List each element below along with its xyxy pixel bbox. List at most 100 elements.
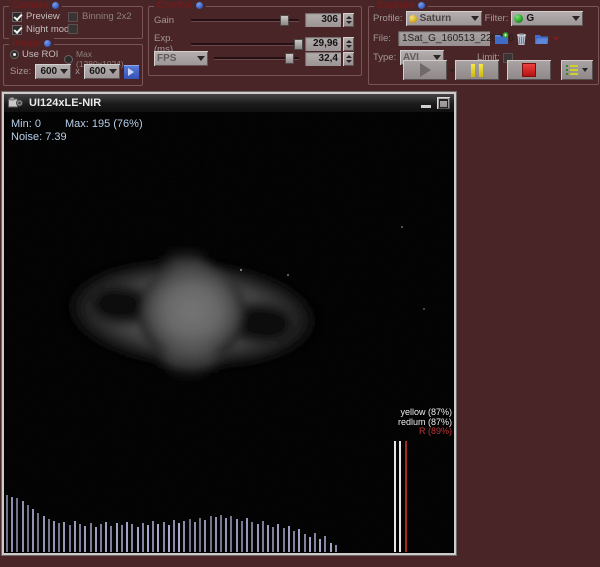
profile-value: Saturn (420, 13, 468, 24)
spin-down-icon (346, 21, 352, 24)
extra-checkbox[interactable] (68, 24, 78, 34)
capture-title-text: Capture (377, 0, 415, 11)
use-roi-radio[interactable] (10, 50, 19, 59)
spin-up-icon (346, 40, 352, 43)
list-icon (566, 65, 578, 75)
filter-color-icon (514, 14, 523, 23)
fps-slider[interactable] (214, 53, 300, 64)
folder-menu-arrow-icon[interactable] (553, 37, 559, 41)
fps-slider-thumb[interactable] (285, 53, 294, 64)
new-folder-icon (494, 32, 509, 45)
fps-spinner[interactable] (343, 52, 354, 66)
histogram-marker-line (394, 441, 396, 552)
profile-label: Profile: (373, 13, 403, 24)
histogram-marker-line (405, 441, 407, 552)
camera-title-text: Camera (12, 0, 49, 11)
image-title-text: Image (12, 38, 41, 49)
profile-dropdown[interactable]: Saturn (406, 11, 482, 26)
gain-spinner[interactable] (343, 13, 354, 27)
image-help-icon[interactable] (44, 40, 51, 47)
size-label: Size: (10, 66, 31, 77)
size-width-dropdown[interactable]: 600 (35, 64, 71, 79)
open-folder-button[interactable] (533, 31, 550, 46)
image-panel: Image Use ROI Max (1280x1024) Size: 600 … (3, 44, 143, 86)
exposure-spinner[interactable] (343, 37, 354, 51)
maximize-icon (439, 99, 448, 108)
new-folder-button[interactable] (493, 31, 510, 46)
image-panel-title: Image (9, 38, 54, 49)
gain-value[interactable]: 306 (305, 13, 341, 27)
file-label: File: (373, 33, 395, 44)
camera-help-icon[interactable] (52, 2, 59, 9)
capture-panel-title: Capture (374, 0, 428, 11)
play-icon (420, 63, 431, 77)
size-width-value: 600 (38, 66, 57, 77)
minimize-button[interactable] (421, 105, 431, 108)
chevron-down-icon (572, 16, 580, 21)
histogram-marker-labels: yellow (87%)redlum (87%)R (89%) (398, 408, 452, 437)
gain-slider[interactable] (191, 15, 299, 26)
histogram-marker-lines (4, 112, 454, 553)
chevron-down-icon (471, 16, 479, 21)
type-label: Type: (373, 52, 397, 63)
use-roi-label: Use ROI (22, 49, 58, 60)
preview-window-title: UI124xLE-NIR (29, 97, 101, 109)
gain-label: Gain (154, 15, 191, 26)
apply-size-button[interactable] (124, 65, 139, 79)
arrow-right-icon (128, 68, 134, 76)
filter-dropdown[interactable]: G (511, 11, 583, 26)
filter-value: G (526, 13, 569, 24)
chevron-down-icon (109, 69, 117, 74)
max-res-radio[interactable] (64, 55, 73, 64)
preview-checkbox[interactable] (12, 12, 22, 22)
chevron-down-icon (197, 56, 205, 61)
file-name-field[interactable]: 1Sat_G_160513_220716 (398, 31, 490, 46)
histogram-marker-label: R (89%) (398, 427, 452, 437)
histogram-marker-line (399, 441, 401, 552)
list-menu-arrow-icon (582, 68, 588, 72)
size-height-value: 600 (87, 66, 106, 77)
slider-track (191, 43, 299, 45)
control-help-icon[interactable] (196, 2, 203, 9)
exposure-slider-thumb[interactable] (294, 39, 303, 50)
camera-panel: Camera Preview Binning 2x2 Night mode (3, 6, 143, 39)
fps-dropdown[interactable]: FPS (154, 51, 208, 66)
stop-icon (522, 63, 536, 77)
pause-icon (471, 64, 483, 77)
pause-button[interactable] (455, 60, 499, 80)
preview-window: UI124xLE-NIR (2, 92, 456, 555)
capture-panel: Capture Profile: Saturn Filter: G File: … (368, 6, 599, 85)
open-folder-icon (534, 33, 549, 45)
delete-file-button[interactable] (513, 31, 530, 46)
camera-window-icon (8, 97, 23, 109)
gain-slider-thumb[interactable] (280, 15, 289, 26)
capture-help-icon[interactable] (418, 2, 425, 9)
camera-panel-title: Camera (9, 0, 62, 11)
filter-label: Filter: (485, 13, 509, 24)
control-title-text: Control (157, 0, 193, 11)
spin-down-icon (346, 60, 352, 63)
spin-up-icon (346, 16, 352, 19)
size-height-dropdown[interactable]: 600 (84, 64, 120, 79)
profile-planet-icon (409, 15, 417, 23)
binning-label: Binning 2x2 (82, 11, 132, 22)
binning-checkbox[interactable] (68, 12, 78, 22)
exposure-value[interactable]: 29,96 (305, 37, 341, 51)
control-panel-title: Control (154, 0, 206, 11)
fps-dropdown-value: FPS (157, 53, 194, 64)
control-panel: Control Gain 306 Exp. (ms) 29,96 (148, 6, 362, 76)
exposure-slider[interactable] (191, 39, 299, 50)
preview-content: Min: 0 Max: 195 (76%) Noise: 7.39 yellow… (4, 112, 454, 553)
spin-up-icon (346, 55, 352, 58)
maximize-button[interactable] (437, 97, 450, 109)
firecapture-app: Camera Preview Binning 2x2 Night mode Im… (0, 0, 600, 567)
preview-window-titlebar[interactable]: UI124xLE-NIR (4, 94, 454, 112)
fps-value[interactable]: 32,4 (305, 52, 341, 66)
size-separator: x (75, 66, 80, 77)
play-button[interactable] (403, 60, 447, 80)
capture-list-button[interactable] (561, 60, 593, 80)
night-mode-checkbox[interactable] (12, 25, 22, 35)
trash-icon (515, 32, 528, 46)
spin-down-icon (346, 45, 352, 48)
stop-record-button[interactable] (507, 60, 551, 80)
